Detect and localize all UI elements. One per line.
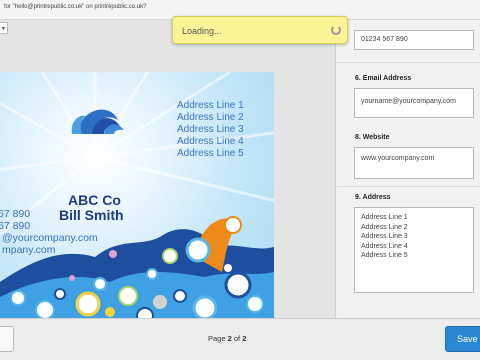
card-company-name: ABC Co	[68, 192, 121, 208]
page-prefix: Page	[208, 334, 226, 343]
save-button[interactable]: Save	[445, 326, 480, 352]
spinner-icon	[331, 25, 341, 35]
footer-bar: Page 2 of 2 Save	[0, 318, 480, 360]
address-line: Address Line 4	[361, 242, 408, 250]
website-field[interactable]: www.yourcompany.com	[354, 147, 474, 179]
address-field[interactable]: Address Line 1 Address Line 2 Address Li…	[354, 207, 474, 293]
email-label: 6. Email Address	[355, 75, 412, 82]
page-indicator: Page 2 of 2	[208, 334, 246, 343]
address-line: Address Line 5	[361, 252, 408, 259]
email-field[interactable]: yourname@yourcompany.com	[354, 88, 474, 118]
back-button[interactable]	[0, 326, 14, 352]
card-preview-area: ABC Co Bill Smith Address Line 1 Address…	[0, 20, 336, 318]
zoom-select[interactable]: ▼	[0, 22, 8, 34]
chevron-down-icon: ▼	[1, 26, 6, 32]
business-card-preview: ABC Co Bill Smith Address Line 1 Address…	[0, 72, 274, 318]
card-address-line: Address Line 1	[177, 100, 244, 111]
card-address-line: Address Line 5	[177, 148, 244, 159]
phone-value: 01234 567 890	[361, 36, 408, 43]
details-form-panel: 01234 567 890 6. Email Address yourname@…	[337, 20, 480, 318]
card-website: mpany.com	[2, 244, 56, 256]
card-address-line: Address Line 2	[177, 112, 244, 123]
card-address-line: Address Line 3	[177, 124, 244, 135]
page-of: of	[233, 334, 241, 343]
card-email: @yourcompany.com	[2, 232, 98, 244]
card-fax: 67 890	[0, 220, 31, 232]
loading-toast: Loading...	[172, 16, 348, 44]
section-divider	[337, 62, 480, 63]
card-phone: 67 890	[0, 208, 31, 220]
password-save-notice: for "hello@printrepublic.co.uk" on print…	[4, 4, 147, 10]
page-total: 2	[242, 334, 247, 343]
website-value: www.yourcompany.com	[361, 155, 435, 162]
website-label: 8. Website	[355, 134, 390, 141]
section-divider	[337, 186, 480, 187]
loading-text: Loading...	[182, 26, 222, 36]
address-line: Address Line 2	[361, 223, 408, 231]
company-logo-wave	[71, 109, 124, 134]
card-address-line: Address Line 4	[177, 136, 244, 147]
address-line: Address Line 1	[361, 214, 408, 221]
address-line: Address Line 3	[361, 233, 408, 240]
card-person-name: Bill Smith	[59, 207, 124, 223]
address-label: 9. Address	[355, 194, 391, 201]
phone-field[interactable]: 01234 567 890	[354, 30, 474, 50]
page-current: 2	[227, 334, 232, 343]
email-value: yourname@yourcompany.com	[361, 98, 456, 105]
